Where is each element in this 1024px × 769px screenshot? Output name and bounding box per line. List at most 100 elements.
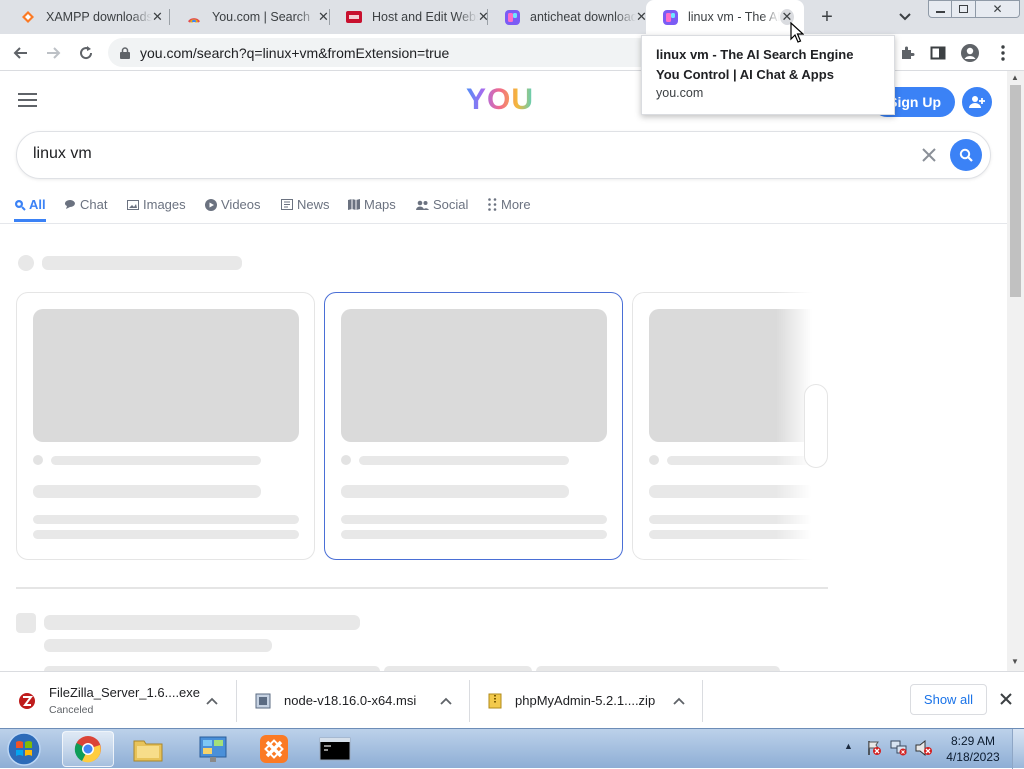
restore-button[interactable] [952, 0, 976, 18]
download-item-node[interactable]: node-v18.16.0-x64.msi [237, 672, 470, 729]
tab-maps[interactable]: Maps [348, 197, 396, 212]
tab-close-button[interactable]: ✕ [318, 9, 329, 25]
tab-xampp[interactable]: XAMPP downloads ✕ [4, 0, 170, 34]
xampp-icon [20, 9, 36, 25]
tab-close-button[interactable]: ✕ [152, 9, 163, 25]
lock-icon[interactable] [120, 46, 130, 59]
chevron-up-icon[interactable] [440, 692, 452, 708]
skeleton-line [341, 530, 607, 539]
windows-taskbar: ▲ 8:29 AM 4/18/2023 [0, 728, 1024, 769]
zip-icon [488, 693, 502, 709]
skeleton-dot [33, 455, 43, 465]
new-tab-button[interactable]: + [816, 6, 838, 28]
tab-images[interactable]: Images [127, 197, 186, 212]
skeleton-line [341, 485, 569, 498]
tab-news[interactable]: News [281, 197, 330, 212]
filezilla-icon [18, 692, 36, 710]
skeleton-line [667, 456, 813, 465]
chrome-icon [74, 735, 102, 763]
taskbar-control-panel[interactable] [187, 731, 239, 767]
skeleton-thumbnail [649, 309, 813, 442]
tab-videos[interactable]: Videos [205, 197, 261, 212]
search-nav: All Chat Images Videos News Maps Social [0, 189, 1007, 224]
skeleton-line [649, 485, 813, 498]
forward-button[interactable] [40, 40, 66, 66]
mouse-cursor-icon [790, 21, 805, 44]
profile-avatar[interactable] [957, 40, 983, 66]
youcom-ai-icon [662, 9, 678, 25]
terminal-icon [319, 737, 351, 761]
network-icon[interactable] [890, 740, 908, 756]
search-input[interactable]: linux vm [33, 145, 92, 163]
clear-search-icon[interactable] [920, 146, 938, 164]
tab-anticheat[interactable]: anticheat download ✕ [488, 0, 647, 34]
skeleton-line [33, 530, 299, 539]
reload-button[interactable] [73, 40, 99, 66]
search-icon [959, 148, 973, 162]
video-icon [205, 198, 217, 211]
taskbar-cmd[interactable] [309, 731, 361, 767]
search-box[interactable]: linux vm [16, 131, 991, 179]
scroll-down-icon[interactable]: ▼ [1011, 657, 1019, 666]
scroll-up-icon[interactable]: ▲ [1011, 73, 1019, 82]
chevron-up-icon[interactable] [206, 692, 218, 708]
clock[interactable]: 8:29 AM 4/18/2023 [944, 733, 1002, 765]
skeleton-line [649, 530, 813, 539]
show-all-button[interactable]: Show all [910, 684, 987, 715]
you-logo[interactable]: YOU [466, 83, 534, 117]
extensions-icon[interactable] [894, 40, 920, 66]
side-panel-icon[interactable] [925, 40, 951, 66]
skeleton-thumbnail [33, 309, 299, 442]
taskbar-explorer[interactable] [122, 731, 174, 767]
add-user-icon[interactable] [962, 87, 992, 117]
close-download-bar-icon[interactable] [998, 691, 1014, 707]
minimize-button[interactable] [928, 0, 952, 18]
news-icon [281, 199, 293, 210]
skeleton-line [44, 639, 272, 652]
scrollbar-thumb[interactable] [1010, 85, 1021, 297]
taskbar-xampp[interactable] [248, 731, 300, 767]
show-desktop-button[interactable] [1012, 729, 1024, 769]
skeleton-line [44, 615, 360, 630]
tab-linux-vm[interactable]: linux vm - The AI Search ✕ [646, 0, 804, 34]
carousel-next-button[interactable] [804, 384, 828, 468]
skeleton-line [51, 456, 261, 465]
tab-more[interactable]: More [488, 197, 531, 212]
taskbar-chrome[interactable] [62, 731, 114, 767]
hamburger-menu-icon[interactable] [18, 92, 38, 108]
search-button[interactable] [950, 139, 982, 171]
people-icon [416, 200, 429, 210]
menu-kebab-icon[interactable] [990, 40, 1016, 66]
tab-all[interactable]: All [14, 197, 46, 222]
download-item-filezilla[interactable]: FileZilla_Server_1.6....exe Canceled [0, 672, 237, 729]
skeleton-avatar [16, 613, 36, 633]
msi-icon [255, 693, 271, 709]
back-button[interactable] [8, 40, 34, 66]
tab-strip: XAMPP downloads ✕ You.com | Search ✕ Hos… [0, 0, 1024, 34]
close-window-button[interactable]: ✕ [976, 0, 1020, 18]
skeleton-avatar [18, 255, 34, 271]
tab-youcom-search[interactable]: You.com | Search ✕ [170, 0, 330, 34]
tab-chat[interactable]: Chat [64, 197, 107, 212]
volume-muted-icon[interactable] [915, 739, 933, 757]
chat-icon [64, 199, 76, 210]
tooltip-domain: you.com [656, 86, 704, 100]
skeleton-line [341, 515, 607, 524]
chevron-up-icon[interactable] [673, 692, 685, 708]
start-button[interactable] [4, 730, 44, 768]
clock-time: 8:29 AM [950, 734, 996, 748]
skeleton-card [632, 292, 813, 560]
tab-social[interactable]: Social [416, 197, 468, 212]
skeleton-card [324, 292, 623, 560]
divider [16, 587, 828, 589]
action-center-icon[interactable] [866, 740, 882, 756]
map-icon [348, 199, 360, 210]
folder-icon [133, 736, 163, 762]
show-hidden-icons-icon[interactable]: ▲ [844, 741, 853, 751]
tab-search-icon[interactable] [896, 7, 914, 25]
tab-host-edit[interactable]: Host and Edit Websites ✕ [330, 0, 489, 34]
download-bar: FileZilla_Server_1.6....exe Canceled nod… [0, 671, 1024, 728]
download-item-phpmyadmin[interactable]: phpMyAdmin-5.2.1....zip [470, 672, 703, 729]
page-scrollbar[interactable]: ▲ ▼ [1007, 71, 1024, 671]
clock-date: 4/18/2023 [946, 750, 1000, 764]
